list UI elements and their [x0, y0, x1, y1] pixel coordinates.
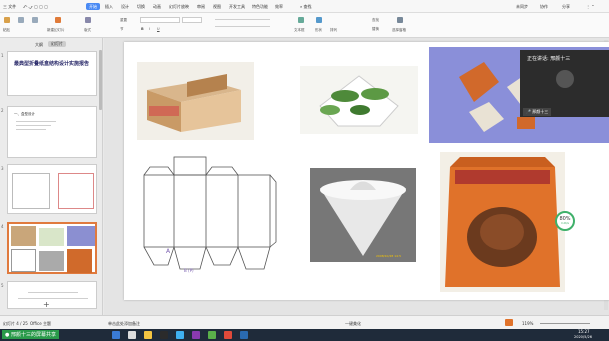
- sync-status[interactable]: 未同步: [516, 4, 528, 10]
- shape-icon[interactable]: [316, 17, 322, 23]
- app-icon[interactable]: [160, 331, 168, 339]
- slide-thumb-1[interactable]: 最典型折叠纸盒结构设计实施报告: [7, 51, 97, 96]
- folding-box-photo[interactable]: [137, 62, 254, 140]
- badge-sub: 0.2K/s: [561, 222, 569, 225]
- new-slide-label: 新建幻灯片: [47, 28, 65, 32]
- notes-placeholder[interactable]: 单击此处添加备注: [108, 321, 140, 327]
- slide-number: 5: [1, 283, 4, 288]
- tab-review[interactable]: 审阅: [197, 4, 205, 10]
- replace-label[interactable]: 替换: [372, 27, 379, 32]
- find-label[interactable]: 查找: [372, 18, 379, 23]
- app-icon[interactable]: [176, 331, 184, 339]
- window-controls[interactable]: ⋮ ⌃: [586, 4, 595, 9]
- speaker-tag: 🎤 邢颜十三: [523, 108, 552, 116]
- app-icon[interactable]: [208, 331, 216, 339]
- slide-thumb-title: 最典型折叠纸盒结构设计实施报告: [14, 61, 90, 67]
- chocolate-box-photo[interactable]: [440, 152, 565, 292]
- avatar: [556, 70, 574, 88]
- zoom-slider[interactable]: [540, 323, 590, 324]
- font-size-select[interactable]: [182, 17, 202, 23]
- screen-share-indicator[interactable]: ● 邢颜十三的屏幕共享: [2, 330, 59, 339]
- tab-slideshow[interactable]: 幻灯片放映: [169, 4, 189, 10]
- tab-animation[interactable]: 动画: [153, 4, 161, 10]
- tab-view[interactable]: 视图: [213, 4, 221, 10]
- zoom-level: 119%: [522, 321, 534, 326]
- bold-button[interactable]: B: [141, 27, 144, 31]
- selection-pane-label: 选择窗格: [392, 28, 406, 32]
- tab-efficiency[interactable]: 效率: [275, 4, 283, 10]
- clock-time: 15:27: [578, 329, 590, 334]
- slide-thumb-2[interactable]: 一、盒型设计: [7, 106, 97, 158]
- slide-thumb-5[interactable]: [7, 281, 97, 309]
- slide-thumb-4-selected[interactable]: [7, 222, 97, 274]
- clock-date: 2020/5/26: [574, 335, 592, 339]
- font-name-select[interactable]: [140, 17, 180, 23]
- cone-box-photo[interactable]: [310, 168, 416, 262]
- italic-button[interactable]: I: [149, 27, 150, 31]
- tab-slides[interactable]: 幻灯片: [48, 41, 66, 47]
- theme-name: Office 主题: [30, 321, 51, 326]
- search-icon: ⌕: [300, 4, 303, 9]
- tab-home[interactable]: 开始: [86, 3, 100, 10]
- app-icon[interactable]: [128, 331, 136, 339]
- ribbon: 粘贴 新建幻灯片 版式 重置 节 B I U 文本框 形状 排列 查找 替换 选…: [0, 13, 609, 38]
- copy-icon[interactable]: [32, 17, 38, 23]
- network-speed-badge[interactable]: 80% 0.2K/s: [555, 211, 575, 231]
- panel-scrollbar[interactable]: [99, 50, 102, 110]
- reset-label[interactable]: 重置: [120, 18, 127, 23]
- tab-design[interactable]: 设计: [121, 4, 129, 10]
- microphone-icon: 🎤: [526, 109, 531, 114]
- slide-number: 1: [1, 53, 4, 58]
- section-label[interactable]: 节: [120, 27, 124, 32]
- leaf-box-photo[interactable]: [300, 66, 418, 134]
- beautify-button[interactable]: 一键美化: [345, 321, 361, 327]
- taskbar: ● 邢颜十三的屏幕共享 15:27 2020/5/26: [0, 329, 609, 341]
- file-menu[interactable]: 三 文件: [3, 4, 16, 10]
- photo-date-stamp: 2008/10/28 14:5: [376, 254, 401, 258]
- paragraph-tools[interactable]: [215, 18, 275, 32]
- selection-pane-icon[interactable]: [397, 17, 403, 23]
- box-dieline-drawing[interactable]: [134, 147, 280, 282]
- cut-icon[interactable]: [18, 17, 24, 23]
- speaking-popup: 正在讲话: 邢颜十三 🎤 邢颜十三: [520, 50, 609, 117]
- layout-icon[interactable]: [85, 17, 91, 23]
- paste-label: 粘贴: [3, 28, 10, 32]
- search-box[interactable]: ⌕ 查找: [300, 4, 312, 10]
- toolbar-icons[interactable]: ⤺ ⤻ ▢ ▢ ▢: [23, 4, 48, 9]
- slide-number: 2: [1, 108, 4, 113]
- dieline-label-a: A: [166, 248, 171, 255]
- app-icon[interactable]: [224, 331, 232, 339]
- paste-icon[interactable]: [4, 17, 10, 23]
- tab-developer[interactable]: 开发工具: [229, 4, 245, 10]
- layout-label: 版式: [84, 28, 91, 32]
- dieline-label-b: B (P): [184, 268, 194, 273]
- add-slide-button[interactable]: +: [43, 300, 50, 309]
- app-icon[interactable]: [112, 331, 120, 339]
- arrange-label[interactable]: 排列: [330, 28, 337, 33]
- new-slide-icon[interactable]: [55, 17, 61, 23]
- slide-number: 4: [1, 224, 4, 229]
- app-icon[interactable]: [144, 331, 152, 339]
- menu-bar: 三 文件 ⤺ ⤻ ▢ ▢ ▢ 开始 插入 设计 切换 动画 幻灯片放映 审阅 视…: [0, 0, 609, 13]
- tab-transition[interactable]: 切换: [137, 4, 145, 10]
- speaking-title: 正在讲话: 邢颜十三: [527, 56, 571, 62]
- slide-thumbnail-panel: 大纲 幻灯片 1 最典型折叠纸盒结构设计实施报告 2 一、盒型设计 3 4 5 …: [0, 38, 103, 315]
- textbox-icon[interactable]: [298, 17, 304, 23]
- tab-insert[interactable]: 插入: [105, 4, 113, 10]
- underline-button[interactable]: U: [157, 27, 160, 31]
- tab-features[interactable]: 特色功能: [252, 4, 268, 10]
- app-icon[interactable]: [240, 331, 248, 339]
- share-button[interactable]: 分享: [562, 4, 570, 10]
- tab-outline[interactable]: 大纲: [35, 42, 43, 48]
- slide-counter: 幻灯片 4 / 25: [3, 321, 28, 326]
- app-icon[interactable]: [192, 331, 200, 339]
- play-icon[interactable]: [505, 319, 513, 326]
- shape-label: 形状: [315, 28, 322, 32]
- slide-thumb-3[interactable]: [7, 164, 97, 214]
- collab-button[interactable]: 协作: [540, 4, 548, 10]
- textbox-label: 文本框: [294, 28, 305, 32]
- status-bar: 幻灯片 4 / 25 Office 主题 单击此处添加备注 一键美化 119%: [0, 315, 609, 329]
- slide-thumb-title: 一、盒型设计: [14, 112, 35, 116]
- slide-number: 3: [1, 166, 4, 171]
